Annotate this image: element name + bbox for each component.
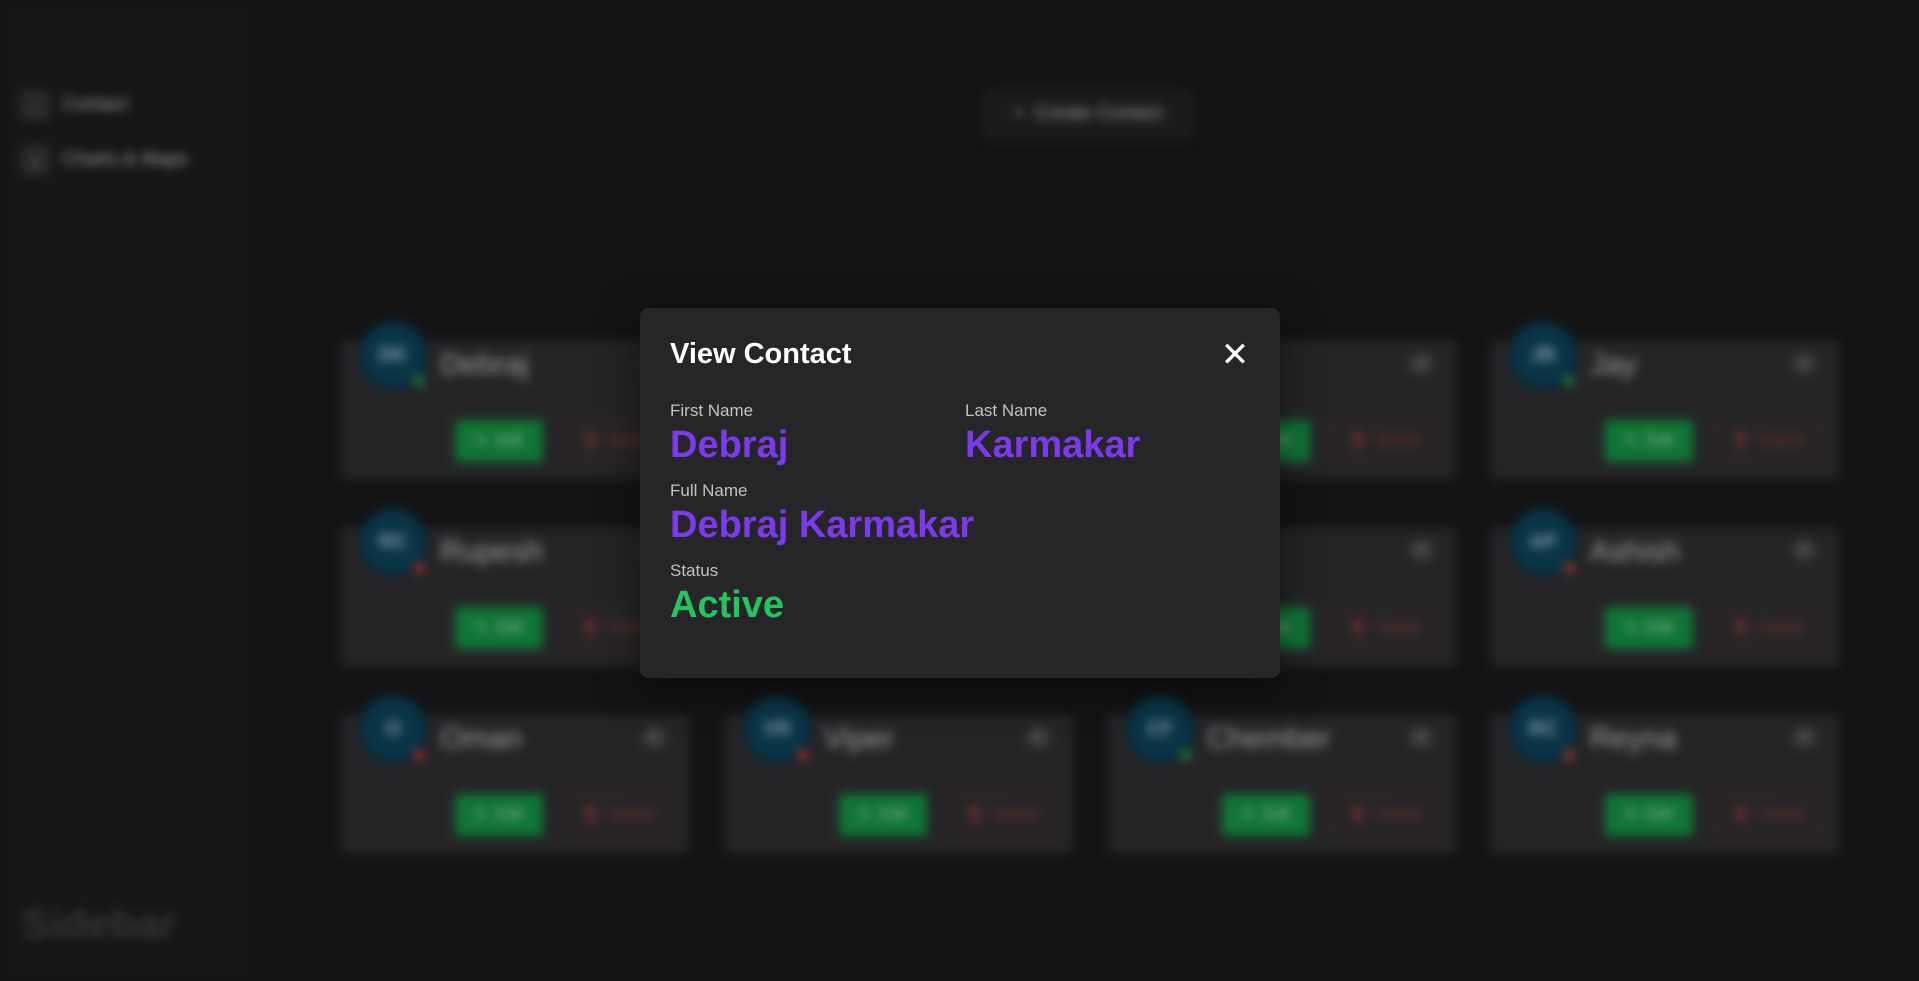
close-icon[interactable]: ✕ <box>1218 338 1252 372</box>
last-name-label: Last Name <box>965 401 1048 420</box>
status-label: Status <box>670 561 719 580</box>
first-name-label: First Name <box>670 401 754 420</box>
first-name-value: Debraj <box>670 424 789 466</box>
full-name-value: Debraj Karmakar <box>670 504 975 546</box>
modal-title: View Contact <box>670 338 852 370</box>
full-name-label: Full Name <box>670 481 748 500</box>
view-contact-modal: View Contact ✕ First Name Debraj Last Na… <box>640 308 1280 678</box>
status-value: Active <box>670 584 785 626</box>
last-name-value: Karmakar <box>965 424 1141 466</box>
